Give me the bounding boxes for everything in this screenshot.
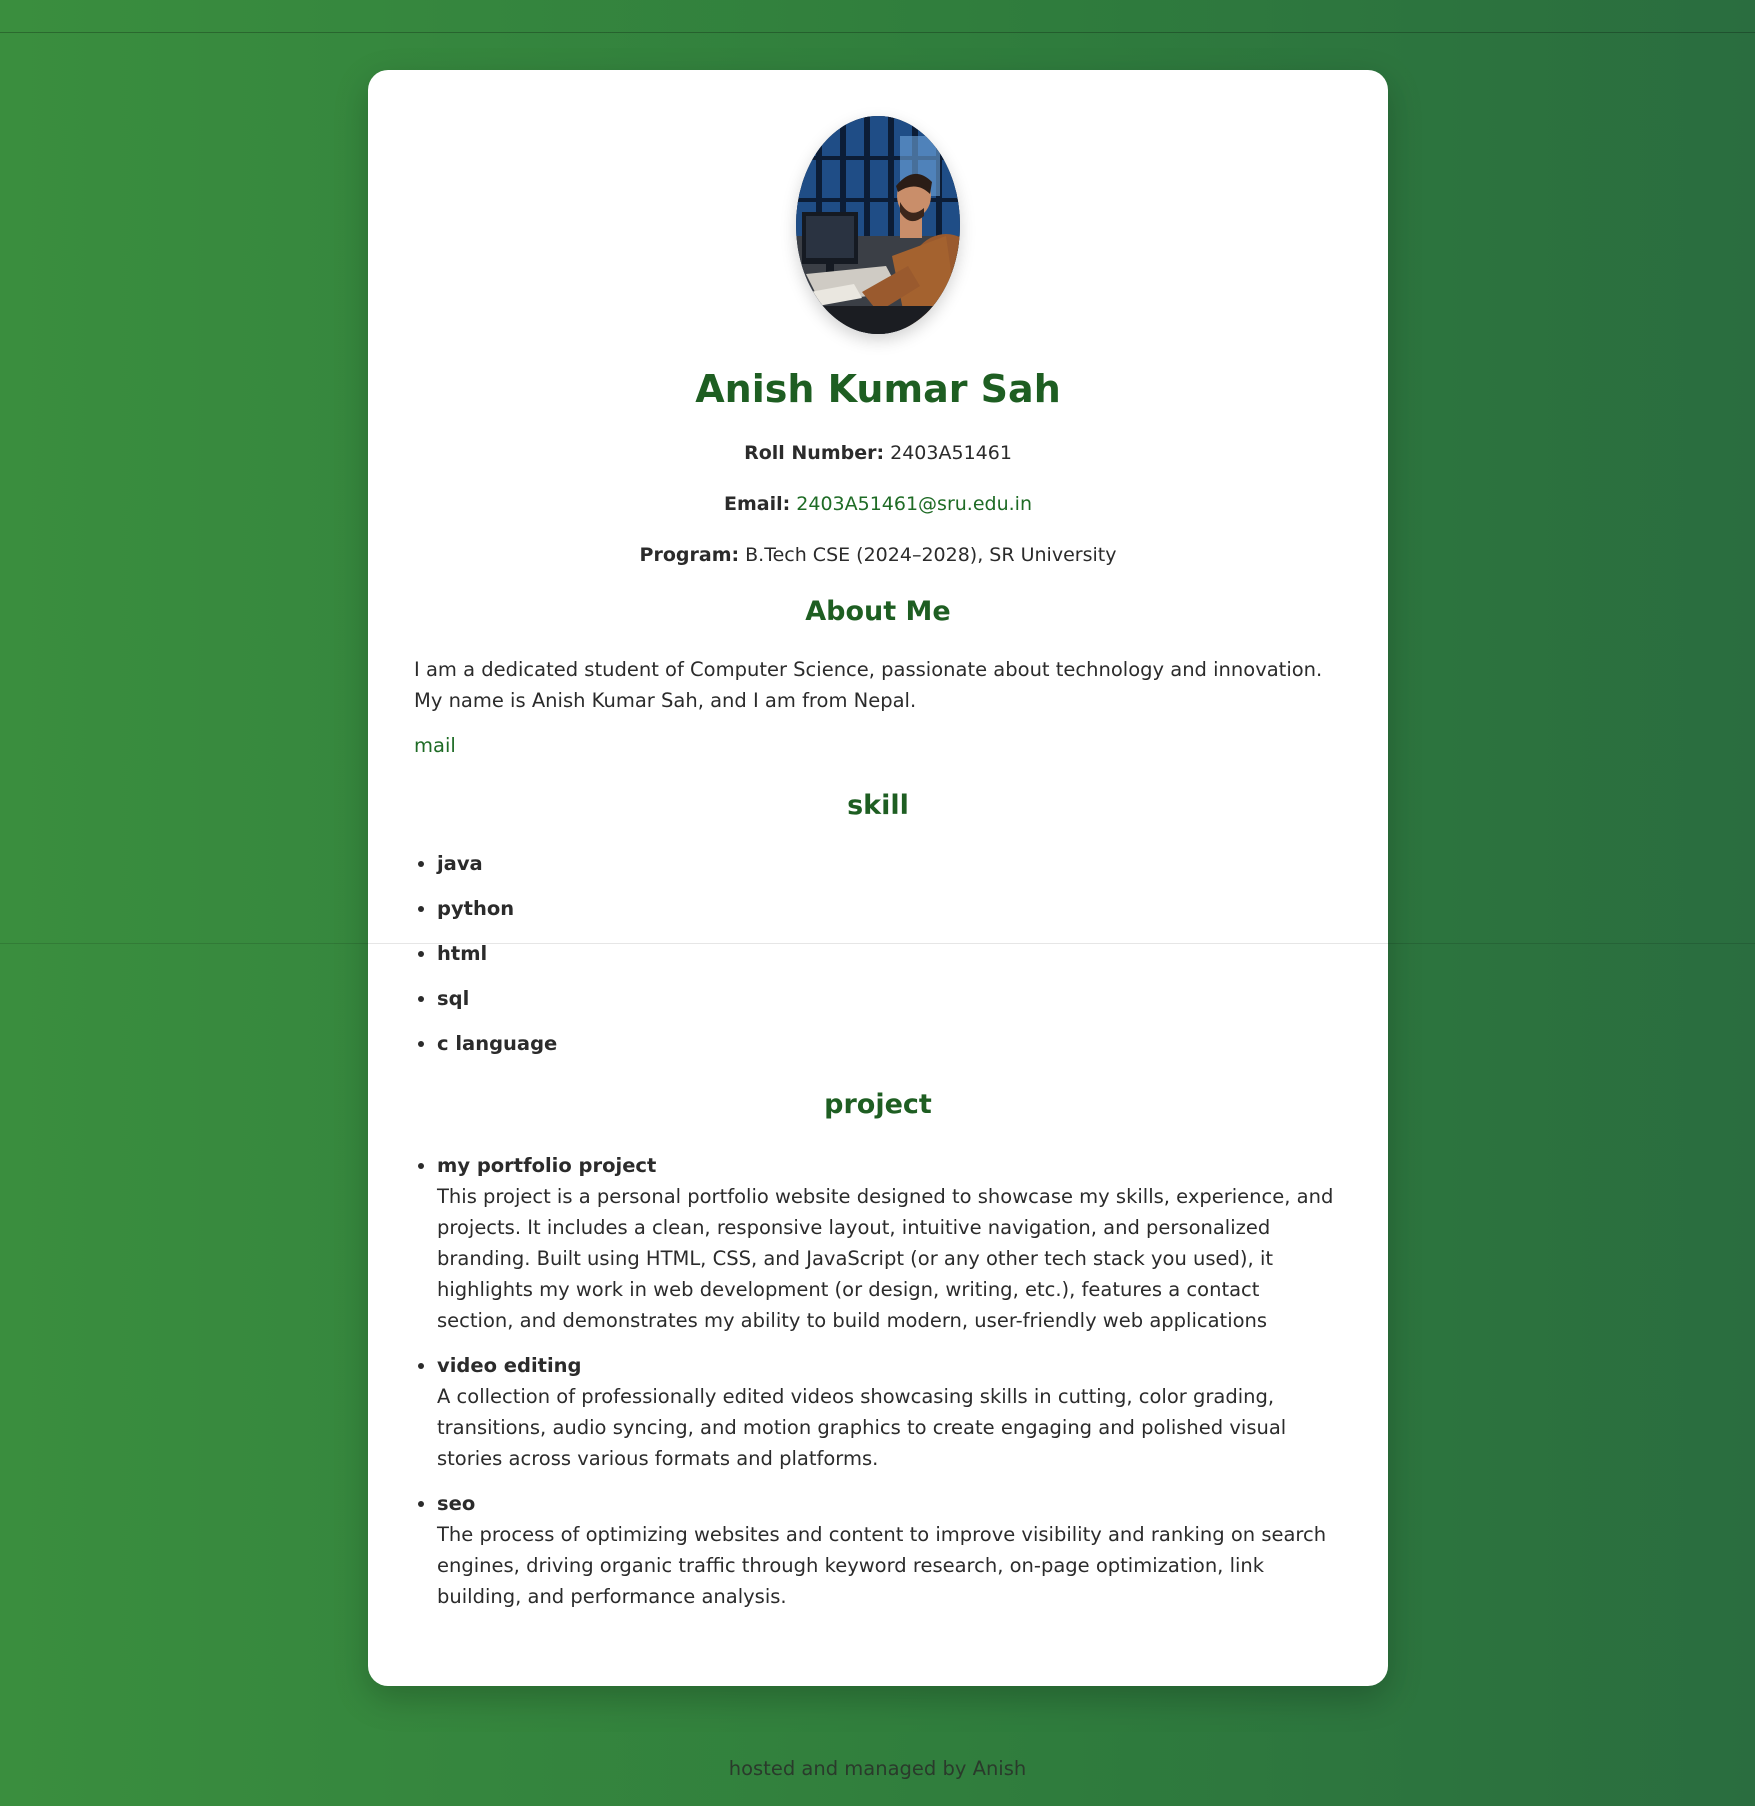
projects-list: my portfolio project This project is a p…	[414, 1150, 1342, 1612]
profile-card: Anish Kumar Sah Roll Number: 2403A51461 …	[368, 70, 1388, 1686]
email-label: Email:	[723, 493, 791, 515]
mail-link[interactable]: mail	[414, 733, 456, 759]
skills-heading: skill	[847, 790, 909, 821]
roll-number-label: Roll Number:	[744, 442, 885, 464]
profile-photo	[796, 116, 960, 334]
project-description: The process of optimizing websites and c…	[437, 1523, 1327, 1608]
footer-credit: hosted and managed by Anish	[728, 1757, 1027, 1780]
email-line: Email: 2403A51461@sru.edu.in	[414, 491, 1342, 517]
roll-number-value: 2403A51461	[890, 442, 1012, 464]
program-label: Program:	[639, 544, 740, 566]
program-line: Program: B.Tech CSE (2024–2028), SR Univ…	[414, 542, 1342, 568]
skill-item: sql	[437, 986, 1342, 1012]
card-seam-divider	[368, 943, 1388, 944]
email-link[interactable]: 2403A51461@sru.edu.in	[796, 493, 1032, 515]
project-name: video editing	[437, 1354, 582, 1377]
profile-photo-illustration	[796, 116, 960, 334]
profile-name: Anish Kumar Sah	[695, 367, 1061, 411]
project-name: my portfolio project	[437, 1154, 657, 1177]
project-name: seo	[437, 1492, 476, 1515]
top-divider	[0, 32, 1755, 33]
skills-list: java python html sql c language	[414, 851, 1342, 1057]
skill-item: c language	[437, 1031, 1342, 1057]
skill-item: java	[437, 851, 1342, 877]
program-value: B.Tech CSE (2024–2028), SR University	[745, 544, 1117, 566]
about-text: I am a dedicated student of Computer Sci…	[414, 658, 1323, 712]
projects-heading: project	[824, 1089, 932, 1120]
project-description: A collection of professionally edited vi…	[437, 1385, 1287, 1470]
project-item: my portfolio project This project is a p…	[437, 1150, 1342, 1336]
skill-item: python	[437, 896, 1342, 922]
project-description: This project is a personal portfolio web…	[437, 1185, 1334, 1332]
project-item: video editing A collection of profession…	[437, 1350, 1342, 1474]
roll-number-line: Roll Number: 2403A51461	[414, 440, 1342, 466]
skill-item: html	[437, 941, 1342, 967]
about-heading: About Me	[805, 596, 951, 627]
project-item: seo The process of optimizing websites a…	[437, 1488, 1342, 1612]
